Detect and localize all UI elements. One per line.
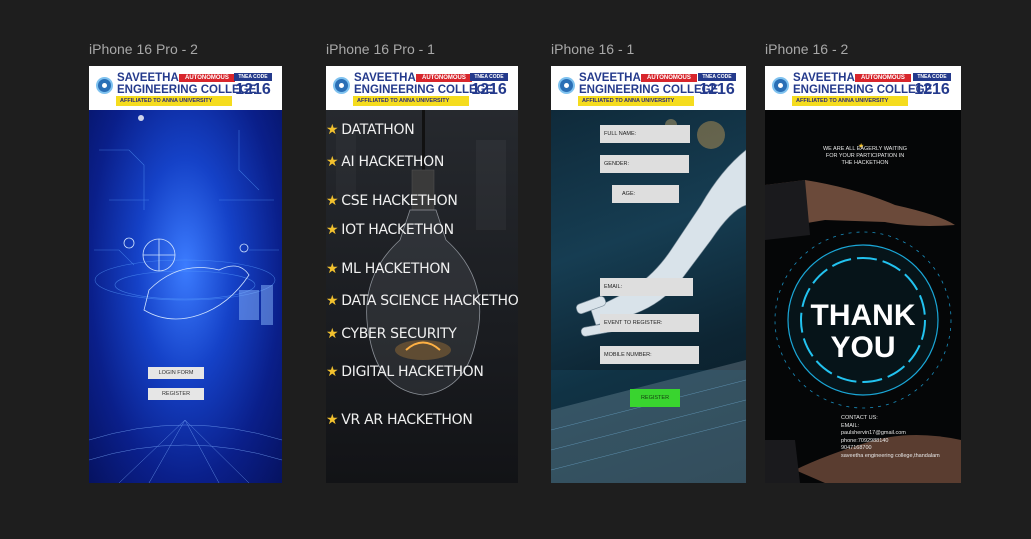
college-header: SAVEETHA ENGINEERING COLLEGE AUTONOMOUS A…	[89, 66, 282, 110]
college-seal-icon	[772, 77, 789, 94]
frame-hackathon-list[interactable]: SAVEETHA ENGINEERING COLLEGE AUTONOMOUS A…	[326, 66, 518, 483]
college-seal-icon	[558, 77, 575, 94]
gender-field[interactable]: GENDER:	[600, 155, 689, 173]
star-icon: ★	[326, 193, 339, 209]
college-header: SAVEETHA ENGINEERING COLLEGE AUTONOMOUS A…	[326, 66, 518, 110]
star-icon: ★	[326, 261, 339, 277]
autonomous-badge: AUTONOMOUS	[855, 74, 911, 82]
frame-title-iphone16pro-2[interactable]: iPhone 16 Pro - 2	[89, 41, 198, 57]
college-seal-icon	[333, 77, 350, 94]
hackathon-item-ai[interactable]: ★ AI HACKETHON	[326, 154, 444, 170]
hackathon-item-digital[interactable]: ★ DIGITAL HACKETHON	[326, 364, 484, 380]
hackathon-item-datathon[interactable]: ★ DATATHON	[326, 122, 415, 138]
email-field[interactable]: EMAIL:	[600, 278, 693, 296]
robot-hand-background: FULL NAME: GENDER: AGE: EMAIL: EVENT TO …	[551, 110, 746, 483]
age-field[interactable]: AGE:	[612, 185, 679, 203]
hackathon-item-vr-ar[interactable]: ★ VR AR HACKETHON	[326, 412, 473, 428]
tnea-code-badge: TNEA CODE 1216	[913, 73, 951, 98]
affiliation-banner: AFFILIATED TO ANNA UNIVERSITY	[116, 96, 232, 106]
thank-heading: THANK YOU	[810, 299, 916, 364]
affiliation-banner: AFFILIATED TO ANNA UNIVERSITY	[353, 96, 469, 106]
star-icon: ★	[326, 364, 339, 380]
affiliation-banner: AFFILIATED TO ANNA UNIVERSITY	[792, 96, 908, 106]
star-icon: ★	[326, 326, 339, 342]
hackathon-item-iot[interactable]: ★ IOT HACKETHON	[326, 222, 454, 238]
college-seal-icon	[96, 77, 113, 94]
waiting-message: WE ARE ALL EAGERLY WAITING FOR YOUR PART…	[822, 146, 908, 166]
star-icon: ★	[326, 122, 339, 138]
light-bulb-background: ★ DATATHON ★ AI HACKETHON ★ CSE HACKETHON ★…	[326, 110, 518, 483]
mobile-number-field[interactable]: MOBILE NUMBER:	[600, 346, 699, 364]
tnea-code-badge: TNEA CODE 1216	[470, 73, 508, 98]
affiliation-banner: AFFILIATED TO ANNA UNIVERSITY	[578, 96, 694, 106]
frame-title-iphone16-1[interactable]: iPhone 16 - 1	[551, 41, 634, 57]
contact-details: CONTACT US: EMAIL: paulshervin17@gmail.c…	[841, 415, 940, 459]
tnea-code-badge: TNEA CODE 1216	[234, 73, 272, 98]
star-icon: ★	[326, 154, 339, 170]
frame-login[interactable]: SAVEETHA ENGINEERING COLLEGE AUTONOMOUS A…	[89, 66, 282, 483]
full-name-field[interactable]: FULL NAME:	[600, 125, 690, 143]
hackathon-item-ml[interactable]: ★ ML HACKETHON	[326, 261, 451, 277]
frame-title-iphone16-2[interactable]: iPhone 16 - 2	[765, 41, 848, 57]
frame-thank-you[interactable]: SAVEETHA ENGINEERING COLLEGE AUTONOMOUS A…	[765, 66, 961, 483]
college-header: SAVEETHA ENGINEERING COLLEGE AUTONOMOUS A…	[551, 66, 746, 110]
hackathon-item-cse[interactable]: ★ CSE HACKETHON	[326, 193, 458, 209]
register-button[interactable]: REGISTER	[148, 388, 204, 400]
event-to-register-field[interactable]: EVENT TO REGISTER:	[600, 314, 699, 332]
hackathon-item-data-science[interactable]: ★ DATA SCIENCE HACKETHON	[326, 293, 518, 309]
tnea-code-badge: TNEA CODE 1216	[698, 73, 736, 98]
thank-you-background: ★ WE ARE ALL EAGERLY WAITING FOR YOUR PA…	[765, 110, 961, 483]
star-icon: ★	[326, 412, 339, 428]
frame-title-iphone16pro-1[interactable]: iPhone 16 Pro - 1	[326, 41, 435, 57]
autonomous-badge: AUTONOMOUS	[416, 74, 472, 82]
autonomous-badge: AUTONOMOUS	[641, 74, 697, 82]
circuit-hand-illustration	[89, 115, 282, 483]
star-icon: ★	[326, 222, 339, 238]
autonomous-badge: AUTONOMOUS	[179, 74, 235, 82]
college-header: SAVEETHA ENGINEERING COLLEGE AUTONOMOUS A…	[765, 66, 961, 110]
register-submit-button[interactable]: REGISTER	[630, 389, 680, 407]
tech-hand-background: LOGIN FORM REGISTER	[89, 110, 282, 483]
star-icon: ★	[326, 293, 339, 309]
frame-registration-form[interactable]: SAVEETHA ENGINEERING COLLEGE AUTONOMOUS A…	[551, 66, 746, 483]
login-form-button[interactable]: LOGIN FORM	[148, 367, 204, 379]
hackathon-item-cyber-security[interactable]: ★ CYBER SECURITY	[326, 326, 457, 342]
